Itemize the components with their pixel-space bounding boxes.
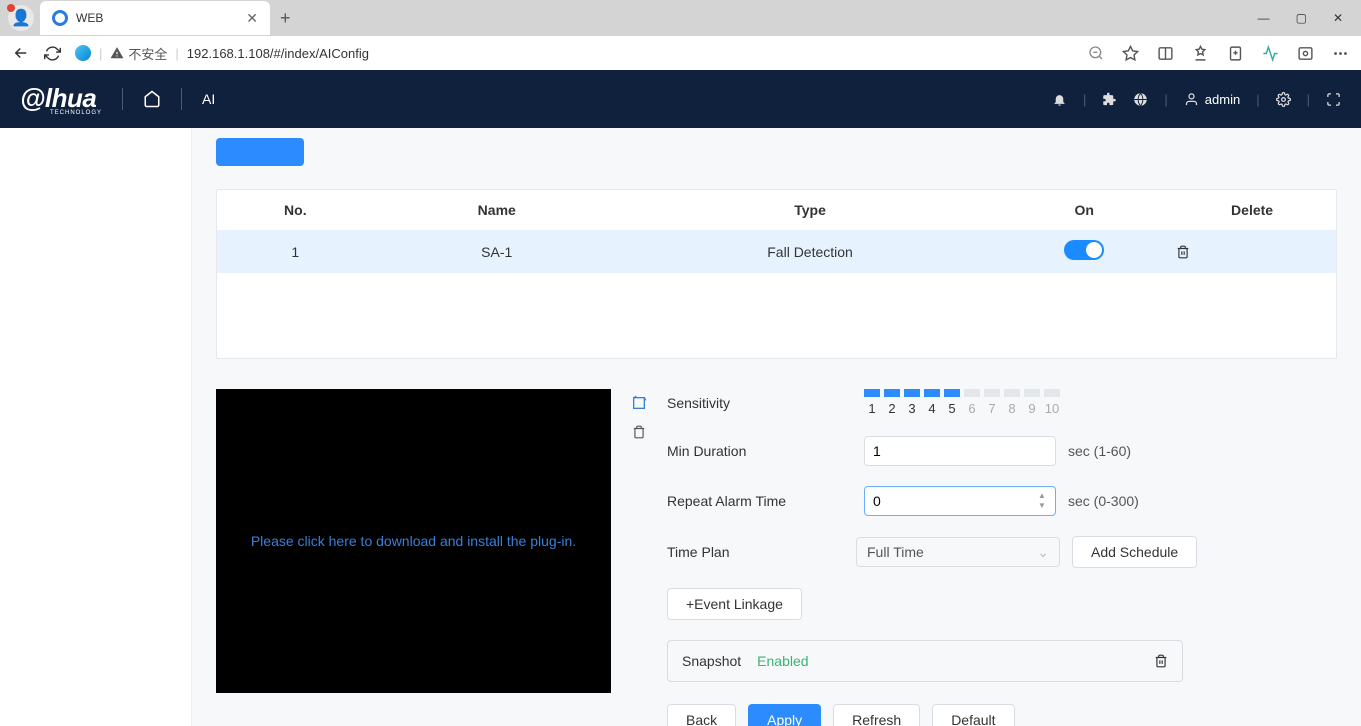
browser-tab[interactable]: WEB ✕ (40, 1, 270, 35)
repeat-alarm-label: Repeat Alarm Time (667, 493, 852, 509)
th-name: Name (374, 190, 620, 230)
apply-button[interactable]: Apply (748, 704, 821, 726)
default-button[interactable]: Default (932, 704, 1014, 726)
refresh-button[interactable]: Refresh (833, 704, 920, 726)
min-duration-hint: sec (1-60) (1068, 443, 1131, 459)
new-tab-button[interactable]: + (270, 8, 301, 29)
snapshot-state: Enabled (757, 653, 808, 669)
puzzle-icon[interactable] (1102, 92, 1117, 107)
favorites-bar-icon[interactable] (1192, 45, 1209, 62)
clear-region-icon[interactable] (632, 425, 646, 439)
min-duration-input[interactable] (864, 436, 1056, 466)
home-icon[interactable] (143, 90, 161, 108)
collections-icon[interactable] (1227, 45, 1244, 62)
minimize-button[interactable]: — (1258, 11, 1270, 25)
split-icon[interactable] (1157, 45, 1174, 62)
nav-ai[interactable]: AI (202, 91, 215, 107)
table-row[interactable]: 1 SA-1 Fall Detection (217, 230, 1336, 273)
refresh-button[interactable] (44, 45, 61, 62)
time-plan-select[interactable]: Full Time ⌄ (856, 537, 1060, 567)
spinner-arrows[interactable]: ▲▼ (1038, 488, 1054, 514)
tab-close-button[interactable]: ✕ (246, 10, 258, 27)
more-menu-icon[interactable] (1332, 45, 1349, 62)
th-type: Type (620, 190, 1000, 230)
th-delete: Delete (1168, 190, 1336, 230)
url-text[interactable]: 192.168.1.108/#/index/AIConfig (187, 46, 369, 61)
repeat-alarm-hint: sec (0-300) (1068, 493, 1139, 509)
event-linkage-button[interactable]: +Event Linkage (667, 588, 802, 620)
back-button[interactable]: Back (667, 704, 736, 726)
rules-table: No. Name Type On Delete 1 SA-1 Fall Dete… (216, 189, 1337, 359)
globe-icon[interactable] (1133, 92, 1148, 107)
insecure-indicator[interactable]: 不安全 (110, 44, 167, 63)
tab-favicon (52, 10, 68, 26)
bell-icon[interactable] (1052, 92, 1067, 107)
back-button[interactable] (12, 44, 30, 62)
fullscreen-icon[interactable] (1326, 92, 1341, 107)
snapshot-label: Snapshot (682, 653, 741, 669)
min-duration-label: Min Duration (667, 443, 852, 459)
snapshot-delete-icon[interactable] (1154, 654, 1168, 668)
sensitivity-label: Sensitivity (667, 395, 852, 411)
user-menu[interactable]: admin (1184, 92, 1240, 107)
row-delete-icon[interactable] (1176, 245, 1328, 259)
close-window-button[interactable]: ✕ (1333, 11, 1343, 25)
zoom-icon[interactable] (1088, 45, 1104, 61)
add-rule-button[interactable] (216, 138, 304, 166)
maximize-button[interactable]: ▢ (1296, 11, 1307, 25)
draw-region-icon[interactable] (631, 395, 647, 411)
th-on: On (1000, 190, 1168, 230)
chevron-down-icon: ⌄ (1037, 544, 1049, 561)
repeat-alarm-input[interactable] (864, 486, 1056, 516)
tab-title: WEB (76, 11, 238, 25)
settings-icon[interactable] (1276, 92, 1291, 107)
sidebar (0, 128, 192, 726)
ie-mode-icon (75, 45, 91, 61)
sensitivity-slider[interactable]: 12345678910 (864, 389, 1060, 416)
time-plan-label: Time Plan (667, 544, 852, 560)
logo: @lhua TECHNOLOGY (20, 83, 102, 116)
browser-profile-icon[interactable]: 👤 (8, 5, 34, 31)
favorite-icon[interactable] (1122, 45, 1139, 62)
snapshot-panel: Snapshot Enabled (667, 640, 1183, 682)
th-no: No. (217, 190, 374, 230)
performance-icon[interactable] (1262, 45, 1279, 62)
add-schedule-button[interactable]: Add Schedule (1072, 536, 1197, 568)
ie-mode-reload-icon[interactable] (1297, 45, 1314, 62)
row-toggle[interactable] (1064, 240, 1104, 260)
video-preview[interactable]: Please click here to download and instal… (216, 389, 611, 693)
